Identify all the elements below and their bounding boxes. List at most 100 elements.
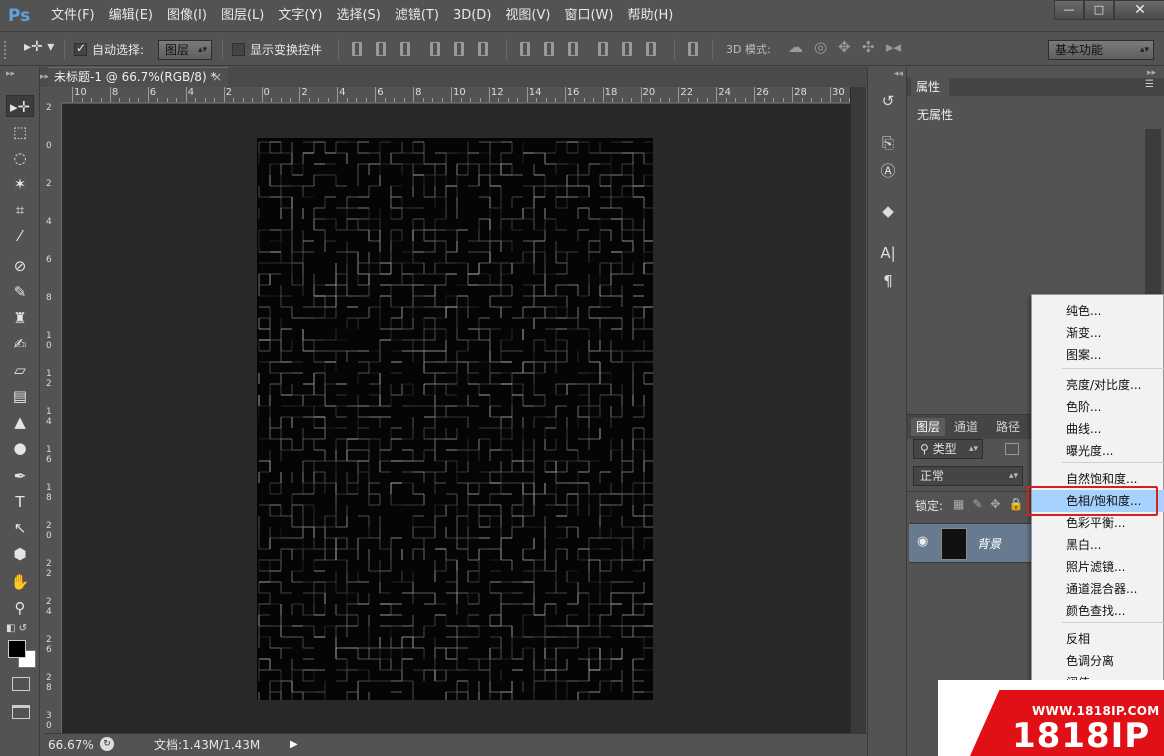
toolbar-collapse-icon[interactable]: ▸▸ [6,69,15,79]
document-tab[interactable]: 未标题-1 @ 66.7%(RGB/8) * × [48,67,228,87]
eye-icon[interactable]: ◉ [917,534,928,549]
show-transform-checkbox[interactable] [232,43,245,56]
3d-orbit-icon[interactable]: ☁ [788,38,803,56]
menu-layer[interactable]: 图层(L) [214,0,271,32]
foreground-color-swatch[interactable] [8,640,26,658]
menu-item[interactable]: 纯色... [1032,300,1164,322]
filter-image-icon[interactable] [1005,443,1019,455]
marquee-tool-icon[interactable]: ⬚ [6,121,34,143]
menu-help[interactable]: 帮助(H) [620,0,680,32]
menu-item[interactable]: 色调分离 [1032,650,1164,672]
menu-window[interactable]: 窗口(W) [557,0,620,32]
status-menu-arrow-icon[interactable]: ▶ [290,735,298,755]
close-tab-icon[interactable]: × [212,68,222,86]
menu-edit[interactable]: 编辑(E) [102,0,160,32]
character-panel-icon[interactable]: A| [878,243,898,263]
properties-tab[interactable]: 属性 [911,78,949,96]
dock-collapse-icon[interactable]: ◂◂ [894,69,903,79]
tabbar-collapse-icon[interactable]: ▸▸ [40,67,49,87]
align-top-icon[interactable] [352,42,362,56]
gradient-tool-icon[interactable]: ▤ [6,385,34,407]
brush-tool-icon[interactable]: ✎ [6,281,34,303]
distribute-top-icon[interactable] [520,42,530,56]
clone-source-panel-icon[interactable]: ⎘ [878,133,898,153]
crop-tool-icon[interactable]: ⌗ [6,199,34,221]
menu-item[interactable]: 色阶... [1032,396,1164,418]
menu-file[interactable]: 文件(F) [44,0,102,32]
auto-align-icon[interactable] [688,42,698,56]
quick-mask-icon[interactable] [12,677,30,691]
dodge-tool-icon[interactable]: ● [6,437,34,459]
vertical-scrollbar[interactable] [850,87,866,733]
minimize-button[interactable]: — [1054,0,1084,20]
layer-filter-dropdown[interactable]: ⚲ 类型 ▴▾ [913,439,983,459]
lock-icons[interactable]: ▦✎✥🔒 [953,497,1031,511]
distribute-left-icon[interactable] [598,42,608,56]
panel-menu-icon[interactable]: ☰ [1145,79,1154,90]
lasso-tool-icon[interactable]: ◌ [6,147,34,169]
shape-tool-icon[interactable]: ⬢ [6,543,34,565]
maximize-button[interactable]: □ [1084,0,1114,20]
menu-item[interactable]: 曝光度... [1032,440,1164,462]
menu-item[interactable]: 渐变... [1032,322,1164,344]
type-tool-icon[interactable]: T [6,491,34,513]
menu-item[interactable]: 黑白... [1032,534,1164,556]
share-icon[interactable]: ↻ [100,737,114,751]
default-colors-icon[interactable]: ◧ ↺ [6,623,27,634]
ruler-origin[interactable] [44,87,62,103]
options-grip[interactable] [4,41,10,59]
3d-panel-icon[interactable]: ◆ [878,201,898,221]
screen-mode-icon[interactable] [12,705,30,719]
history-panel-icon[interactable]: ↺ [878,91,898,111]
blend-mode-dropdown[interactable]: 正常 ▴▾ [913,466,1023,486]
menu-item[interactable]: 图案... [1032,344,1164,366]
distribute-vcenter-icon[interactable] [544,42,554,56]
align-right-icon[interactable] [478,42,488,56]
close-button[interactable]: ✕ [1114,0,1164,20]
align-vcenter-icon[interactable] [376,42,386,56]
menu-type[interactable]: 文字(Y) [271,0,329,32]
menu-item[interactable]: 颜色查找... [1032,600,1164,622]
blur-tool-icon[interactable]: ▲ [6,411,34,433]
align-hcenter-icon[interactable] [454,42,464,56]
3d-pan-icon[interactable]: ✥ [838,38,851,56]
paragraph-panel-icon[interactable]: ¶ [878,271,898,291]
clone-stamp-tool-icon[interactable]: ♜ [6,307,34,329]
menu-filter[interactable]: 滤镜(T) [388,0,446,32]
3d-roll-icon[interactable]: ◎ [814,38,827,56]
menu-3d[interactable]: 3D(D) [446,0,498,32]
menu-item[interactable]: 反相 [1032,628,1164,650]
distribute-bottom-icon[interactable] [568,42,578,56]
menu-view[interactable]: 视图(V) [498,0,557,32]
menu-item[interactable]: 曲线... [1032,418,1164,440]
move-tool-icon[interactable]: ▸✛ [6,95,34,117]
menu-item[interactable]: 通道混合器... [1032,578,1164,600]
move-tool-preset-icon[interactable]: ▸✛ ▾ [24,39,54,55]
align-bottom-icon[interactable] [400,42,410,56]
panel-expand-icon[interactable]: ▸▸ [1147,68,1156,78]
distribute-hcenter-icon[interactable] [622,42,632,56]
3d-scale-icon[interactable]: ▸◂ [886,38,901,56]
menu-select[interactable]: 选择(S) [329,0,387,32]
distribute-right-icon[interactable] [646,42,656,56]
pen-tool-icon[interactable]: ✒ [6,465,34,487]
menu-item[interactable]: 照片滤镜... [1032,556,1164,578]
eyedropper-tool-icon[interactable]: ⁄ [6,225,34,247]
eraser-tool-icon[interactable]: ▱ [6,359,34,381]
auto-select-checkbox[interactable] [74,41,87,56]
character-style-panel-icon[interactable]: Ⓐ [878,161,898,181]
healing-brush-tool-icon[interactable]: ⊘ [6,255,34,277]
zoom-tool-icon[interactable]: ⚲ [6,597,34,619]
zoom-level[interactable]: 66.67% [48,735,94,755]
workspace-dropdown[interactable]: 基本功能 ▴▾ [1048,40,1154,60]
magic-wand-tool-icon[interactable]: ✶ [6,173,34,195]
align-left-icon[interactable] [430,42,440,56]
path-selection-tool-icon[interactable]: ↖ [6,517,34,539]
auto-select-dropdown[interactable]: 图层 ▴▾ [158,40,212,60]
menu-item[interactable]: 亮度/对比度... [1032,374,1164,396]
history-brush-tool-icon[interactable]: ✍ [6,333,34,355]
tab-channels[interactable]: 通道 [949,418,983,436]
tab-layers[interactable]: 图层 [911,418,946,436]
3d-slide-icon[interactable]: ✣ [862,38,875,56]
tab-paths[interactable]: 路径 [991,418,1025,436]
